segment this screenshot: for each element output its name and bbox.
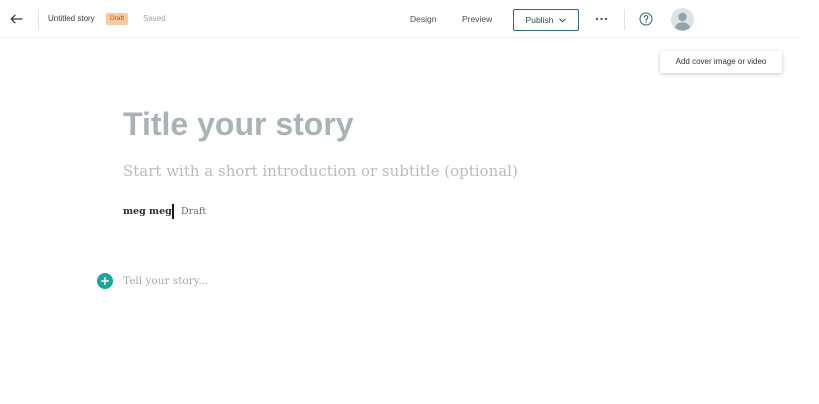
publish-button[interactable]: Publish xyxy=(513,9,579,31)
chevron-down-icon xyxy=(559,18,567,22)
arrow-left-icon xyxy=(10,14,23,24)
ellipsis-icon xyxy=(595,17,607,21)
add-block-button[interactable] xyxy=(97,273,113,289)
more-options-button[interactable] xyxy=(591,12,611,26)
help-button[interactable] xyxy=(639,12,653,26)
story-editor: Untitled story Draft Saved Design Previe… xyxy=(0,0,819,404)
story-title: Untitled story xyxy=(48,14,95,23)
story-title-input[interactable]: Title your story xyxy=(123,106,354,143)
add-cover-button[interactable]: Add cover image or video xyxy=(660,51,782,73)
preview-link[interactable]: Preview xyxy=(462,14,492,24)
header-divider xyxy=(624,9,625,30)
top-bar: Untitled story Draft Saved Design Previe… xyxy=(0,0,800,38)
byline-status: Draft xyxy=(181,206,207,217)
story-subtitle-input[interactable]: Start with a short introduction or subti… xyxy=(123,162,518,180)
user-avatar-icon xyxy=(671,8,694,31)
author-name: meg meg xyxy=(123,206,172,217)
header-divider xyxy=(38,9,39,30)
back-button[interactable] xyxy=(6,9,26,29)
save-status: Saved xyxy=(143,14,166,23)
byline-divider xyxy=(172,204,174,219)
status-badge: Draft xyxy=(106,13,129,25)
plus-icon xyxy=(101,277,109,285)
design-link[interactable]: Design xyxy=(410,14,436,24)
question-circle-icon xyxy=(639,12,653,26)
avatar[interactable] xyxy=(671,8,694,31)
publish-label: Publish xyxy=(525,15,554,25)
story-body-input[interactable]: Tell your story... xyxy=(123,275,208,287)
